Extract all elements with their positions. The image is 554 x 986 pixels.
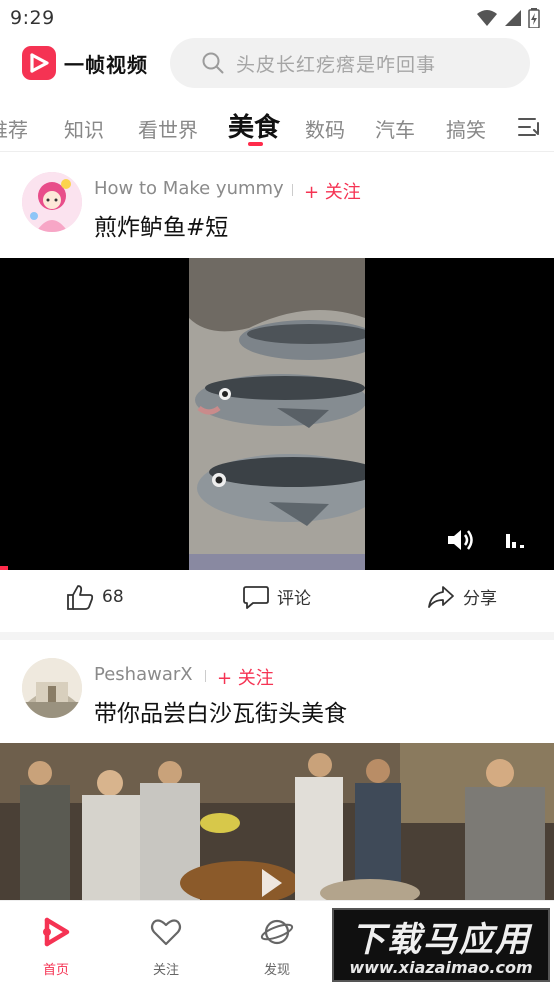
- play-logo-icon: [22, 46, 56, 80]
- volume-icon[interactable]: [446, 528, 476, 552]
- nav-home[interactable]: 首页: [16, 915, 96, 978]
- signal-icon: [505, 10, 521, 26]
- share-icon: [428, 585, 454, 608]
- tab-knowledge[interactable]: 知识: [64, 114, 104, 143]
- avatar-image: [22, 172, 82, 232]
- street-food-image: [0, 743, 554, 902]
- nav-label: 发现: [263, 963, 290, 978]
- share-button[interactable]: 分享: [427, 584, 497, 609]
- watermark: 下载马应用 www.xiazaimao.com: [332, 908, 550, 982]
- tab-food[interactable]: 美食: [228, 107, 280, 144]
- share-label: 分享: [463, 589, 497, 609]
- tab-world[interactable]: 看世界: [138, 114, 198, 143]
- post-title[interactable]: 煎炸鲈鱼#短: [94, 208, 228, 242]
- battery-icon: [528, 8, 540, 28]
- avatar-image: [22, 658, 82, 718]
- video-thumbnail: [189, 258, 365, 570]
- nav-label: 首页: [42, 963, 69, 978]
- post-separator: [0, 632, 554, 640]
- app-logo[interactable]: 一帧视频: [22, 46, 148, 80]
- tab-cars[interactable]: 汽车: [375, 114, 415, 143]
- search-input[interactable]: 头皮长红疙瘩是咋回事: [170, 38, 530, 88]
- search-icon: [202, 52, 224, 74]
- follow-button[interactable]: + 关注: [217, 664, 274, 690]
- category-tabs: 推荐 知识 看世界 美食 数码 汽车 搞笑: [0, 100, 554, 152]
- app-screen: 9:29 一帧视频 头皮长红疙瘩是咋回事 荐 知识 看世界 美食 数码 汽车 搞…: [0, 0, 554, 986]
- author-name[interactable]: How to Make yummy: [94, 178, 284, 199]
- comment-label: 评论: [277, 589, 311, 609]
- planet-icon: [260, 919, 294, 945]
- author-avatar[interactable]: [22, 658, 82, 718]
- author-name[interactable]: PeshawarX: [94, 664, 193, 685]
- watermark-url: www.xiazaimao.com: [349, 958, 533, 977]
- divider: [205, 670, 206, 682]
- app-header: 一帧视频 头皮长红疙瘩是咋回事: [0, 36, 554, 92]
- watermark-title: 下载马应用: [351, 920, 531, 960]
- video-thumbnail[interactable]: [0, 743, 554, 902]
- status-icons: [476, 8, 540, 28]
- tab-funny[interactable]: 搞笑: [446, 114, 486, 143]
- like-count: 68: [102, 587, 124, 607]
- active-tab-indicator: [248, 142, 263, 146]
- thumbs-up-icon: [67, 585, 94, 610]
- status-time: 9:29: [10, 7, 55, 29]
- home-icon: [43, 917, 70, 947]
- search-placeholder: 头皮长红疙瘩是咋回事: [236, 53, 437, 76]
- quality-icon[interactable]: [505, 532, 527, 550]
- comment-button[interactable]: 评论: [243, 584, 311, 609]
- nav-discover[interactable]: 发现: [237, 915, 317, 978]
- video-player[interactable]: [0, 258, 554, 570]
- divider: [292, 184, 293, 196]
- video-feed: How to Make yummy + 关注 煎炸鲈鱼#短 68 评论 分享 P…: [0, 152, 554, 902]
- heart-icon: [150, 919, 182, 946]
- post-title[interactable]: 带你品尝白沙瓦街头美食: [94, 694, 347, 728]
- tab-recommend[interactable]: 推荐: [0, 114, 28, 143]
- author-avatar[interactable]: [22, 172, 82, 232]
- like-button[interactable]: 68: [66, 584, 124, 610]
- fish-image: [189, 258, 365, 570]
- nav-follow[interactable]: 关注: [126, 915, 206, 978]
- status-bar: 9:29: [0, 0, 554, 36]
- nav-label: 关注: [152, 963, 179, 978]
- tab-digital[interactable]: 数码: [305, 114, 345, 143]
- post-actions: 68 评论 分享: [0, 570, 554, 632]
- app-name: 一帧视频: [64, 52, 148, 77]
- comment-icon: [243, 585, 269, 609]
- channel-menu-icon[interactable]: [518, 117, 542, 137]
- follow-button[interactable]: + 关注: [304, 178, 361, 204]
- wifi-icon: [477, 10, 497, 26]
